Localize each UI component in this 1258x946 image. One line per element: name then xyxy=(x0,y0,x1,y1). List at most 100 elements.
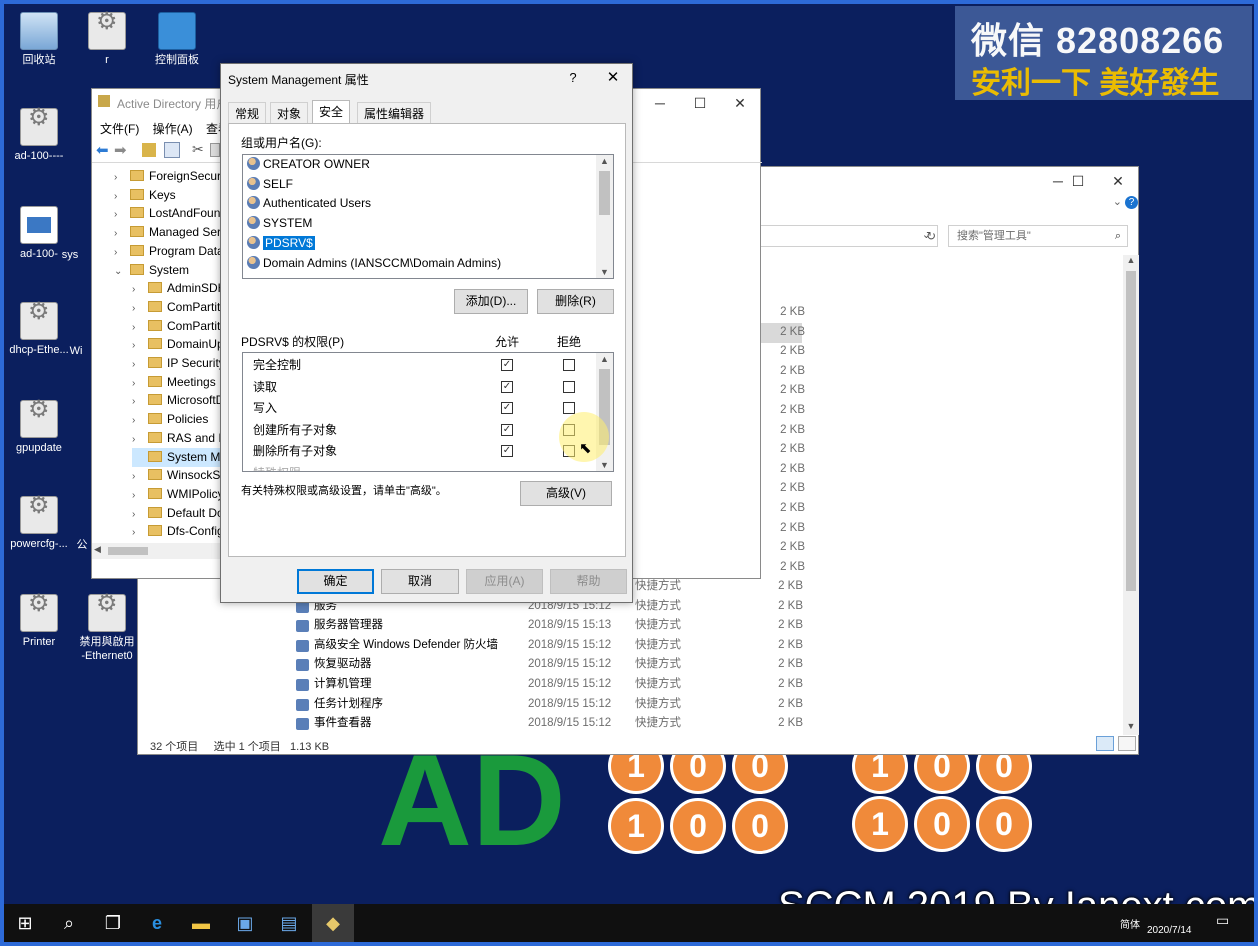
tree-item[interactable]: › WMIPolicy xyxy=(132,485,220,504)
sys-shortcut[interactable]: sys xyxy=(50,248,90,262)
chevron-right-icon[interactable]: › xyxy=(114,168,126,187)
windows-start-icon[interactable]: ⊞ xyxy=(4,904,46,942)
menu-file[interactable]: 文件(F) xyxy=(100,122,139,136)
tab-object[interactable]: 对象 xyxy=(270,102,309,124)
tree-item[interactable]: › DomainUp xyxy=(132,335,220,354)
tree-item[interactable]: ›System Ma xyxy=(132,447,220,467)
server-manager-icon[interactable]: ▤ xyxy=(268,904,310,942)
file-row[interactable]: 恢复驱动器 2018/9/15 15:12 快捷方式 2 KB xyxy=(138,655,938,675)
scroll-thumb[interactable] xyxy=(108,547,148,555)
chevron-right-icon[interactable]: › xyxy=(114,205,126,224)
tree-item[interactable]: › RAS and IA xyxy=(132,429,220,448)
minimize-button[interactable]: ─ xyxy=(640,89,680,117)
ok-button[interactable]: 确定 xyxy=(297,569,374,594)
chevron-right-icon[interactable]: › xyxy=(114,224,126,243)
tree-item[interactable]: › Policies xyxy=(132,410,208,429)
tree-item[interactable]: › Dfs-Config xyxy=(132,522,220,541)
horizontal-scrollbar[interactable]: ◀ xyxy=(92,543,220,559)
tab-general[interactable]: 常规 xyxy=(228,102,267,124)
help-icon[interactable]: ? xyxy=(561,68,585,90)
tree-item[interactable]: › ComPartiti xyxy=(132,317,220,336)
refresh-icon[interactable]: ↻ xyxy=(920,225,942,247)
ribbon-expand[interactable]: ⌄ ? xyxy=(1098,195,1138,217)
r-shortcut[interactable]: r xyxy=(68,12,146,67)
tree-item[interactable]: › Program Data xyxy=(114,242,220,261)
menu-action[interactable]: 操作(A) xyxy=(153,122,193,136)
cut-icon[interactable]: ✂ xyxy=(192,141,204,158)
maximize-button[interactable]: ☐ xyxy=(1058,167,1098,195)
search-icon[interactable]: ⌕ xyxy=(48,904,90,942)
ad-100-shortcut[interactable]: ad-100---- xyxy=(0,108,78,163)
chevron-right-icon[interactable]: › xyxy=(114,243,126,262)
cancel-button[interactable]: 取消 xyxy=(381,569,459,594)
tree-item[interactable]: › WinsockSe xyxy=(132,466,220,485)
file-row[interactable]: 任务计划程序 2018/9/15 15:12 快捷方式 2 KB xyxy=(138,695,938,715)
tab-attribute-editor[interactable]: 属性编辑器 xyxy=(357,102,432,124)
back-arrow-icon[interactable]: ⬅ xyxy=(96,141,109,159)
user-list[interactable]: CREATOR OWNER SELF Authenticated Users SYST… xyxy=(242,154,614,279)
copy-icon[interactable] xyxy=(210,143,220,157)
up-folder-icon[interactable] xyxy=(142,143,156,157)
address-bar[interactable]: ⌄ xyxy=(758,225,938,247)
deny-checkbox[interactable] xyxy=(563,359,575,371)
task-view-icon[interactable]: ❐ xyxy=(92,904,134,942)
tree-item[interactable]: › Managed Ser xyxy=(114,223,220,242)
dsa-tool-icon[interactable]: ◆ xyxy=(312,904,354,942)
chevron-right-icon[interactable]: › xyxy=(132,467,144,486)
chevron-right-icon[interactable]: › xyxy=(132,430,144,449)
toggle-ethernet-shortcut[interactable]: 禁用與啟用 -Ethernet0 xyxy=(68,594,146,663)
tree-item[interactable]: › AdminSDH xyxy=(132,279,220,298)
clock-date[interactable]: 2020/7/14 xyxy=(1147,925,1192,936)
user-list-scrollbar[interactable]: ▲ ▼ xyxy=(596,155,613,278)
tree-item[interactable]: ⌄ System xyxy=(114,261,189,280)
large-icons-view-icon[interactable] xyxy=(1118,736,1136,751)
gpupdate-shortcut[interactable]: gpupdate xyxy=(0,400,78,455)
user-list-item[interactable]: PDSRV$ xyxy=(247,234,597,254)
chevron-right-icon[interactable]: › xyxy=(132,355,144,374)
chevron-right-icon[interactable]: › xyxy=(132,374,144,393)
allow-checkbox[interactable]: ✓ xyxy=(501,380,513,393)
deny-checkbox[interactable] xyxy=(563,380,575,393)
chevron-right-icon[interactable]: › xyxy=(132,505,144,524)
tree-item[interactable]: › Meetings xyxy=(132,373,216,392)
tree-item[interactable]: › LostAndFound xyxy=(114,204,220,223)
maximize-button[interactable]: ☐ xyxy=(680,89,720,117)
tree-item[interactable]: › ComPartiti xyxy=(132,298,220,317)
deny-checkbox[interactable] xyxy=(563,402,575,414)
recycle-bin-shortcut[interactable]: 回收站 xyxy=(0,12,78,67)
allow-checkbox[interactable]: ✓ xyxy=(501,423,513,436)
close-icon[interactable]: ✕ xyxy=(599,68,627,90)
internet-explorer-icon[interactable]: e xyxy=(136,904,178,942)
chevron-right-icon[interactable]: › xyxy=(132,411,144,430)
tree-item[interactable]: › Default Do xyxy=(132,504,220,523)
allow-checkbox[interactable]: ✓ xyxy=(501,359,513,371)
add-button[interactable]: 添加(D)... xyxy=(454,289,528,314)
allow-checkbox[interactable]: ✓ xyxy=(501,445,513,457)
chevron-down-icon[interactable]: ⌄ xyxy=(114,262,126,281)
remove-button[interactable]: 删除(R) xyxy=(537,289,614,314)
tree-item[interactable]: › Keys xyxy=(114,186,176,205)
properties-dialog[interactable]: System Management 属性 ? ✕ 常规 对象 安全 属性编辑器 … xyxy=(220,63,633,603)
user-list-item[interactable]: Authenticated Users xyxy=(247,194,597,214)
close-icon[interactable]: ✕ xyxy=(1098,167,1138,195)
chevron-right-icon[interactable]: › xyxy=(132,318,144,337)
tree-item[interactable]: › MicrosoftD xyxy=(132,391,220,410)
chevron-right-icon[interactable]: › xyxy=(132,299,144,318)
details-view-icon[interactable] xyxy=(1096,736,1114,751)
file-row[interactable]: 高级安全 Windows Defender 防火墙 2018/9/15 15:12… xyxy=(138,636,938,656)
apply-button[interactable]: 应用(A) xyxy=(466,569,543,594)
chevron-right-icon[interactable]: › xyxy=(114,187,126,206)
control-panel-shortcut[interactable]: 控制面板 xyxy=(138,12,216,67)
tree-item[interactable]: › IP Security xyxy=(132,354,220,373)
close-icon[interactable]: ✕ xyxy=(720,89,760,117)
chevron-right-icon[interactable]: › xyxy=(132,486,144,505)
chevron-right-icon[interactable]: › xyxy=(132,392,144,411)
chevron-right-icon[interactable]: › xyxy=(132,280,144,299)
file-row[interactable]: 服务器管理器 2018/9/15 15:13 快捷方式 2 KB xyxy=(138,616,938,636)
scroll-thumb[interactable] xyxy=(599,171,610,215)
notification-icon[interactable]: ▭ xyxy=(1216,912,1229,929)
allow-checkbox[interactable]: ✓ xyxy=(501,402,513,414)
vertical-scrollbar[interactable]: ▲ ▼ xyxy=(1123,255,1139,735)
chevron-right-icon[interactable]: › xyxy=(132,336,144,355)
forward-arrow-icon[interactable]: ➡ xyxy=(114,141,127,159)
